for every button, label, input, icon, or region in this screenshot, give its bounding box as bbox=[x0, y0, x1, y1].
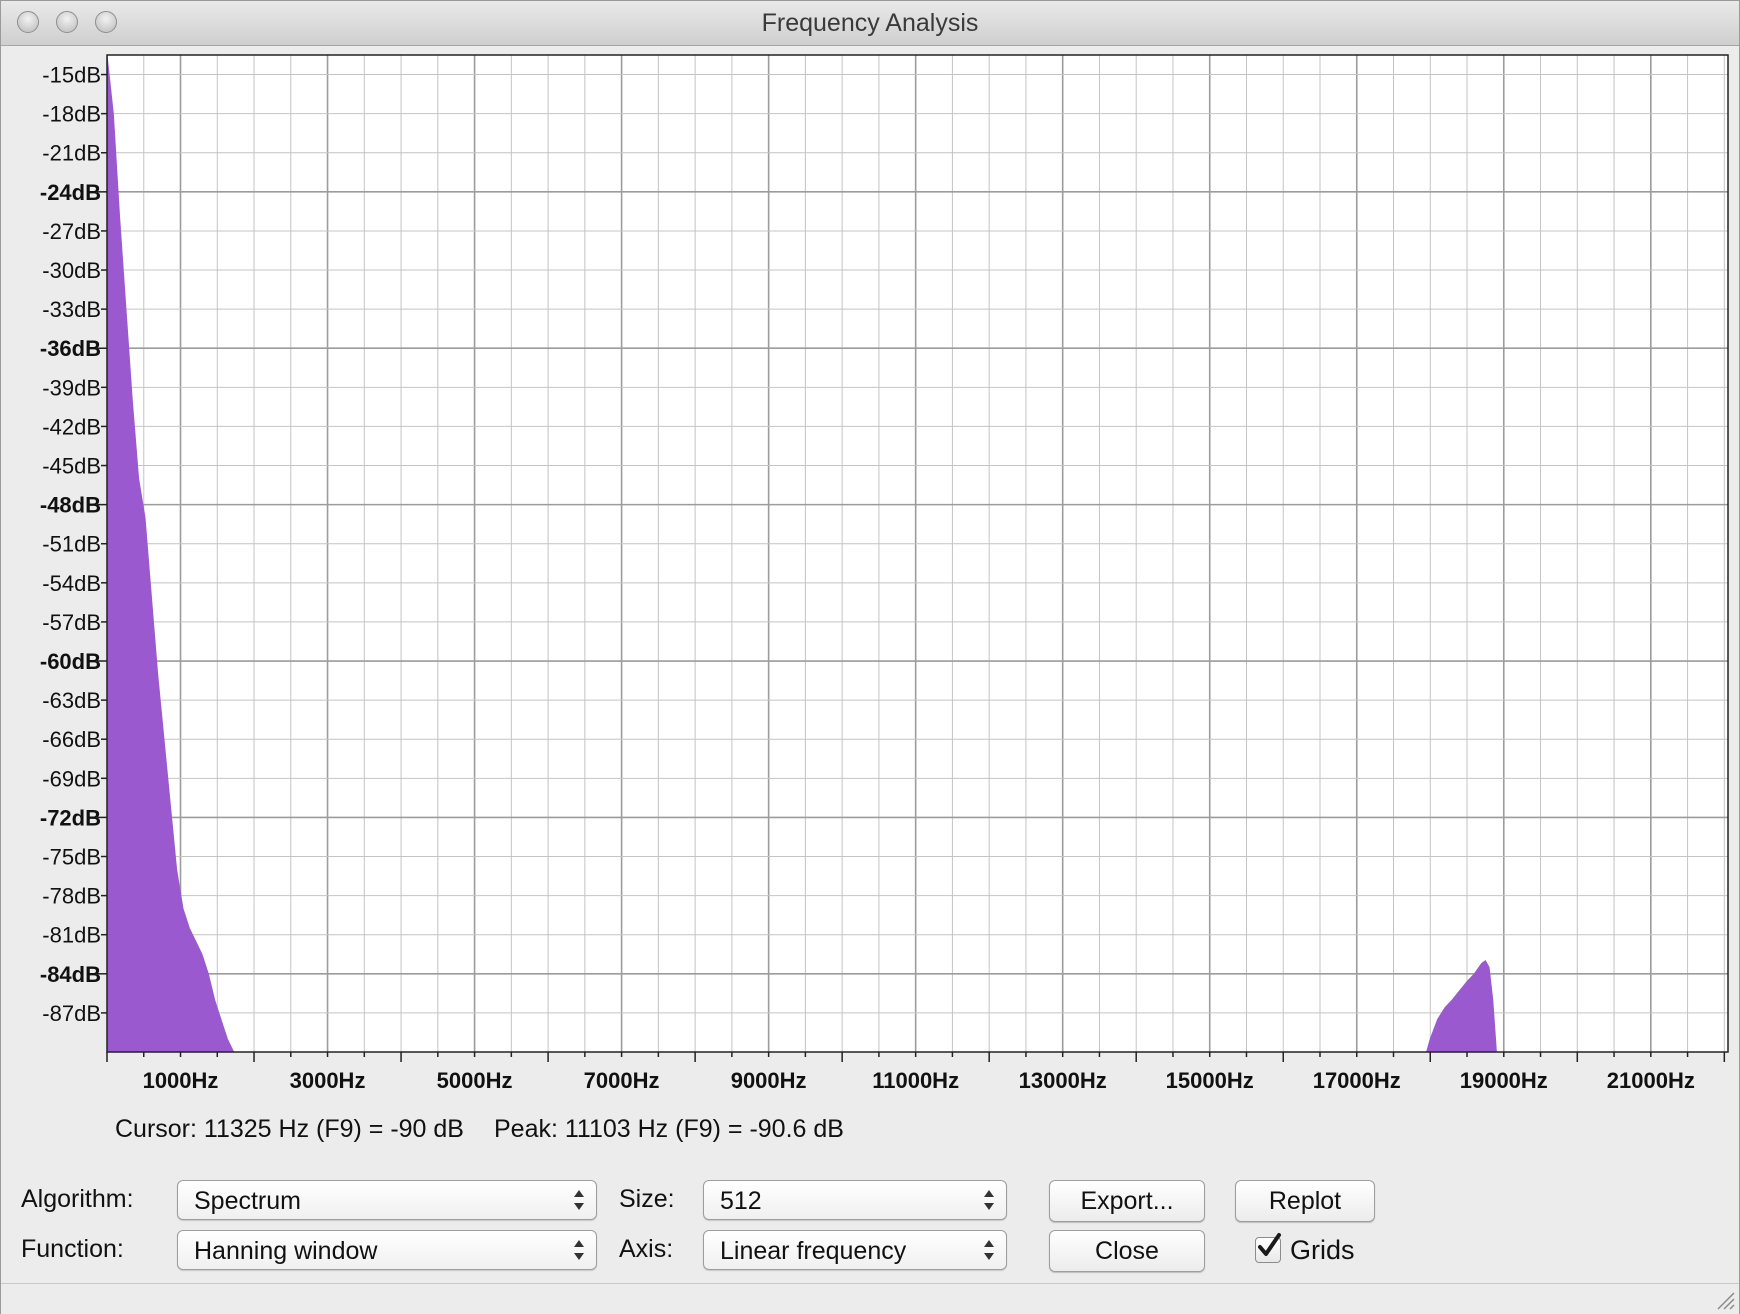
grids-label: Grids bbox=[1290, 1235, 1355, 1265]
size-select[interactable]: 512 bbox=[703, 1180, 1007, 1220]
y-tick-label: -66dB bbox=[42, 727, 101, 752]
window-title: Frequency Analysis bbox=[761, 9, 979, 37]
y-tick-label: -30dB bbox=[42, 258, 101, 283]
title-bar: Frequency Analysis bbox=[1, 1, 1739, 46]
y-tick-label: -63dB bbox=[42, 688, 101, 713]
y-tick-label: -15dB bbox=[42, 63, 101, 88]
replot-button[interactable]: Replot bbox=[1235, 1180, 1375, 1222]
axis-label: Axis: bbox=[619, 1235, 674, 1263]
y-tick-label: -81dB bbox=[42, 923, 101, 948]
x-tick-label: 17000Hz bbox=[1313, 1068, 1401, 1093]
x-tick-label: 5000Hz bbox=[437, 1068, 513, 1093]
y-tick-label: -27dB bbox=[42, 219, 101, 244]
algorithm-label: Algorithm: bbox=[21, 1185, 134, 1213]
export-button[interactable]: Export... bbox=[1049, 1180, 1205, 1222]
function-select[interactable]: Hanning window bbox=[177, 1230, 597, 1270]
frequency-analysis-window: Frequency Analysis -15dB -18dB -21dB -24dB -… bbox=[0, 0, 1740, 1314]
y-tick-label: -87dB bbox=[42, 1001, 101, 1026]
y-tick-label: -75dB bbox=[42, 845, 101, 870]
updown-arrows-icon bbox=[984, 1240, 994, 1260]
close-button[interactable]: Close bbox=[1049, 1230, 1205, 1272]
x-tick-label: 11000Hz bbox=[872, 1068, 959, 1093]
y-tick-label: -51dB bbox=[42, 532, 101, 557]
function-label: Function: bbox=[21, 1235, 124, 1263]
algorithm-value: Spectrum bbox=[194, 1187, 301, 1215]
peak-readout: Peak: 11103 Hz (F9) = -90.6 dB bbox=[494, 1115, 844, 1143]
x-tick-label: 9000Hz bbox=[731, 1068, 807, 1093]
y-tick-label: -45dB bbox=[42, 454, 101, 479]
y-tick-label: -60dB bbox=[40, 649, 101, 674]
x-tick-label: 15000Hz bbox=[1166, 1068, 1254, 1093]
y-tick-label: -21dB bbox=[42, 141, 101, 166]
y-tick-label: -33dB bbox=[42, 297, 101, 322]
axis-value: Linear frequency bbox=[720, 1237, 907, 1265]
checkmark-icon bbox=[1258, 1233, 1281, 1256]
cursor-readout: Cursor: 11325 Hz (F9) = -90 dB bbox=[115, 1115, 464, 1143]
plot-background bbox=[107, 55, 1728, 1052]
y-tick-label: -39dB bbox=[42, 375, 101, 400]
y-tick-label: -48dB bbox=[40, 493, 101, 518]
y-tick-label: -18dB bbox=[42, 102, 101, 127]
x-tick-label: 1000Hz bbox=[143, 1068, 219, 1093]
x-tick-label: 3000Hz bbox=[290, 1068, 366, 1093]
y-tick-label: -42dB bbox=[42, 414, 101, 439]
x-tick-label: 7000Hz bbox=[584, 1068, 660, 1093]
x-tick-label: 13000Hz bbox=[1019, 1068, 1107, 1093]
y-tick-label: -78dB bbox=[42, 884, 101, 909]
updown-arrows-icon bbox=[574, 1190, 584, 1210]
y-tick-label: -69dB bbox=[42, 766, 101, 791]
function-value: Hanning window bbox=[194, 1237, 378, 1265]
updown-arrows-icon bbox=[574, 1240, 584, 1260]
grids-checkbox[interactable] bbox=[1255, 1233, 1281, 1263]
resize-grip-icon[interactable] bbox=[1713, 1288, 1735, 1310]
x-tick-label: 21000Hz bbox=[1607, 1068, 1695, 1093]
y-tick-label: -54dB bbox=[42, 571, 101, 596]
y-tick-label: -24dB bbox=[40, 180, 101, 205]
x-tick-label: 19000Hz bbox=[1460, 1068, 1548, 1093]
y-tick-label: -57dB bbox=[42, 610, 101, 635]
y-tick-label: -72dB bbox=[40, 805, 101, 830]
size-value: 512 bbox=[720, 1187, 762, 1215]
window-bottom-bar bbox=[1, 1283, 1739, 1314]
algorithm-select[interactable]: Spectrum bbox=[177, 1180, 597, 1220]
y-tick-label: -84dB bbox=[40, 962, 101, 987]
status-line: Cursor: 11325 Hz (F9) = -90 dB Peak: 1110… bbox=[115, 1115, 874, 1144]
size-label: Size: bbox=[619, 1185, 675, 1213]
spectrum-plot[interactable]: -15dB -18dB -21dB -24dB -27dB -30dB -33dB -36dB… bbox=[1, 45, 1740, 1101]
updown-arrows-icon bbox=[984, 1190, 994, 1210]
y-tick-label: -36dB bbox=[40, 336, 101, 361]
axis-select[interactable]: Linear frequency bbox=[703, 1230, 1007, 1270]
